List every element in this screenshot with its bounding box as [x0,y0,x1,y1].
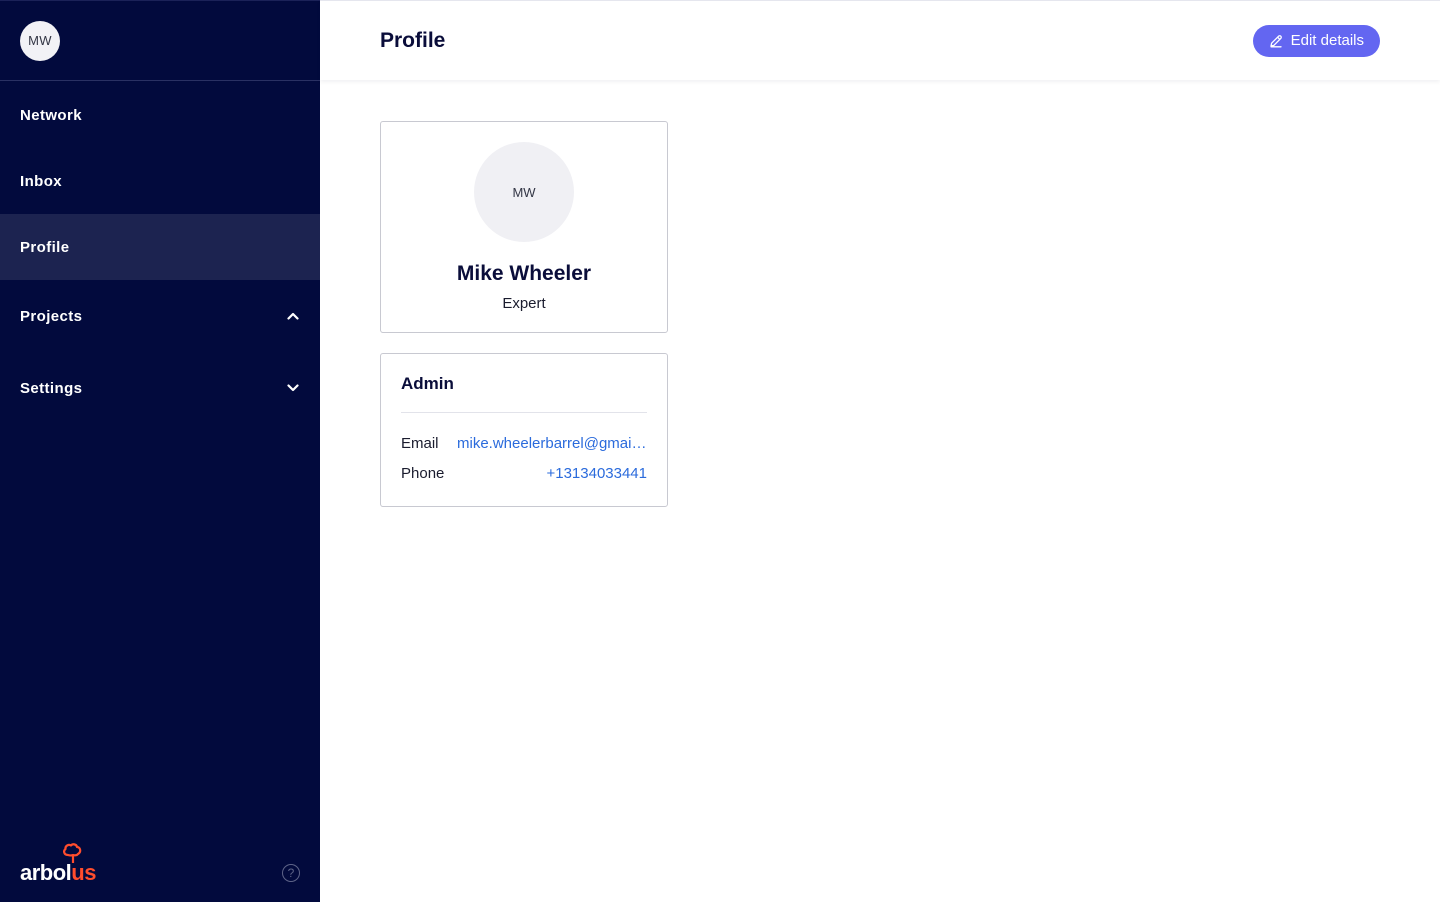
profile-card: MW Mike Wheeler Expert [380,121,668,333]
sidebar-item-label: Settings [20,379,83,397]
profile-role: Expert [502,295,546,312]
profile-name: Mike Wheeler [456,262,592,285]
logo-text-accent: us [63,843,96,884]
edit-details-button[interactable]: Edit details [1252,24,1380,57]
admin-card-title: Admin [401,374,454,393]
email-label: Email [401,435,439,452]
help-circle-icon[interactable]: ? [282,864,300,882]
sidebar-footer: arbol us ? [20,843,300,885]
admin-card: Admin Email mike.wheelerbarrel@gmail.com… [380,353,668,507]
email-row: Email mike.wheelerbarrel@gmail.com [401,435,647,452]
pencil-icon [1269,34,1282,47]
sidebar-item-profile[interactable]: Profile [0,214,320,280]
sidebar-item-label: Profile [20,238,70,256]
phone-link[interactable]: +13134033441 [546,465,647,482]
sidebar-item-label: Network [20,106,82,124]
sidebar-item-projects[interactable]: Projects [0,280,320,352]
arbolus-logo[interactable]: arbol us [20,843,96,885]
user-avatar[interactable]: MW [20,20,60,61]
tree-icon [63,843,82,863]
chevron-up-icon[interactable] [286,309,300,323]
edit-details-label: Edit details [1290,32,1364,49]
sidebar: MW Network Inbox Profile Projects Settin… [0,0,320,902]
divider [401,412,647,413]
profile-avatar: MW [474,142,574,242]
chevron-down-icon[interactable] [286,381,300,395]
sidebar-item-settings[interactable]: Settings [0,352,320,424]
sidebar-item-label: Projects [20,307,83,325]
sidebar-header: MW [0,1,320,81]
email-link[interactable]: mike.wheelerbarrel@gmail.com [457,435,647,452]
sidebar-item-label: Inbox [20,172,62,190]
sidebar-item-network[interactable]: Network [0,82,320,148]
app-root: MW Network Inbox Profile Projects Settin… [0,0,1440,902]
page-title: Profile [380,28,446,52]
page-header: Profile Edit details [320,0,1440,80]
logo-text-primary: arbol [20,860,72,885]
phone-row: Phone +13134033441 [401,465,647,482]
phone-label: Phone [401,465,445,482]
sidebar-item-inbox[interactable]: Inbox [0,148,320,214]
